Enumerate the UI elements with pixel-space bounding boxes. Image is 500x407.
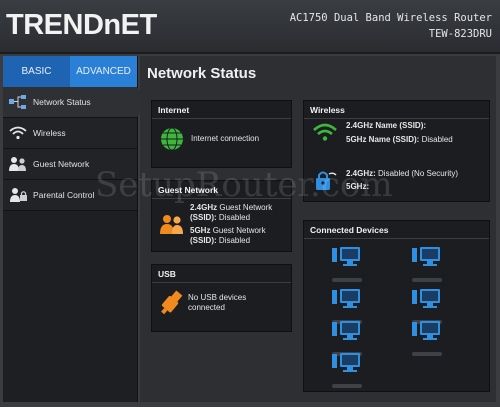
panel-title: Guest Network xyxy=(152,181,291,199)
network-status-icon xyxy=(3,94,33,110)
usb-status-row: No USB devices connected xyxy=(158,289,246,317)
wifi-icon xyxy=(313,123,337,141)
panel-title: Wireless xyxy=(304,101,489,119)
wireless-panel: Wireless 2.4GHz Name (SSID): 5GHz Name (… xyxy=(303,100,490,202)
usb-plug-icon xyxy=(161,290,183,315)
sidebar-item-label: Wireless xyxy=(33,128,66,138)
ssid-24-line: 2.4GHz Name (SSID): xyxy=(346,121,427,130)
sidebar-item-label: Network Status xyxy=(33,97,91,107)
product-name: AC1750 Dual Band Wireless Router xyxy=(289,12,492,24)
trendnet-logo: TRENDnET xyxy=(6,9,157,41)
globe-icon xyxy=(161,127,183,151)
panel-title: Internet xyxy=(152,101,291,119)
guest-network-row: 2.4GHz Guest Network (SSID): Disabled 5G… xyxy=(158,203,272,246)
product-info: AC1750 Dual Band Wireless Router TEW-823… xyxy=(290,10,492,42)
usb-panel: USB No USB devices connected xyxy=(151,264,292,332)
wireless-security-details: 2.4GHz: Disabled (No Security) 5GHz: xyxy=(346,169,458,192)
sidebar-item-label: Guest Network xyxy=(33,159,90,169)
page-title: Network Status xyxy=(147,65,257,82)
model-number: TEW-823DRU xyxy=(428,28,492,40)
sidebar-item-parental-control[interactable]: Parental Control xyxy=(3,180,137,211)
guest-network-panel: Guest Network 2.4GHz Guest Network (SSID… xyxy=(151,180,292,252)
sidebar-nav: Network Status Wireless Guest Network Pa… xyxy=(3,87,148,211)
tab-advanced[interactable]: ADVANCED xyxy=(70,56,137,87)
wireless-ssid-row: 2.4GHz Name (SSID): 5GHz Name (SSID): Di… xyxy=(312,121,453,145)
wireless-security-row: 2.4GHz: Disabled (No Security) 5GHz: xyxy=(312,168,458,192)
guest-24-line2: (SSID): Disabled xyxy=(190,213,251,222)
computer-icon xyxy=(412,245,442,282)
guest-users-icon xyxy=(160,214,183,234)
wireless-ssid-details: 2.4GHz Name (SSID): 5GHz Name (SSID): Di… xyxy=(346,121,453,145)
panel-title: USB xyxy=(152,265,291,283)
sidebar-item-wireless[interactable]: Wireless xyxy=(3,118,137,149)
usb-status-text: No USB devices connected xyxy=(188,293,247,312)
tab-basic[interactable]: BASIC xyxy=(3,56,70,87)
security-24-line: 2.4GHz: Disabled (No Security) xyxy=(346,168,459,178)
guest-5-line1: 5GHz Guest Network xyxy=(190,226,266,235)
security-5-line: 5GHz: xyxy=(346,181,370,191)
internet-status-text: Internet connection xyxy=(191,134,260,143)
panel-title: Connected Devices xyxy=(304,221,489,239)
app-header: TRENDnET AC1750 Dual Band Wireless Route… xyxy=(0,0,500,54)
computer-icon xyxy=(412,319,442,356)
guest-users-icon xyxy=(3,156,33,172)
main-content: Network Status Internet Internet connect… xyxy=(140,56,496,402)
wifi-lock-icon xyxy=(316,171,337,190)
ssid-5-line: 5GHz Name (SSID): Disabled xyxy=(346,135,453,144)
sidebar-item-guest-network[interactable]: Guest Network xyxy=(3,149,137,180)
wifi-icon xyxy=(3,125,33,141)
guest-network-details: 2.4GHz Guest Network (SSID): Disabled 5G… xyxy=(190,203,272,246)
connected-devices-panel: Connected Devices xyxy=(303,220,490,392)
computer-icon xyxy=(332,351,362,388)
mode-tabs: BASIC ADVANCED xyxy=(3,56,137,87)
computer-icon xyxy=(332,245,362,282)
guest-5-line2: (SSID): Disabled xyxy=(190,236,251,245)
sidebar-item-label: Parental Control xyxy=(33,190,95,200)
internet-panel: Internet Internet connection xyxy=(151,100,292,168)
sidebar-item-network-status[interactable]: Network Status xyxy=(3,87,148,118)
internet-status-row: Internet connection xyxy=(160,127,259,151)
parental-control-icon xyxy=(3,187,33,203)
guest-24-line1: 2.4GHz Guest Network xyxy=(190,203,273,212)
sidebar: BASIC ADVANCED Network Status Wireless G… xyxy=(3,56,148,402)
